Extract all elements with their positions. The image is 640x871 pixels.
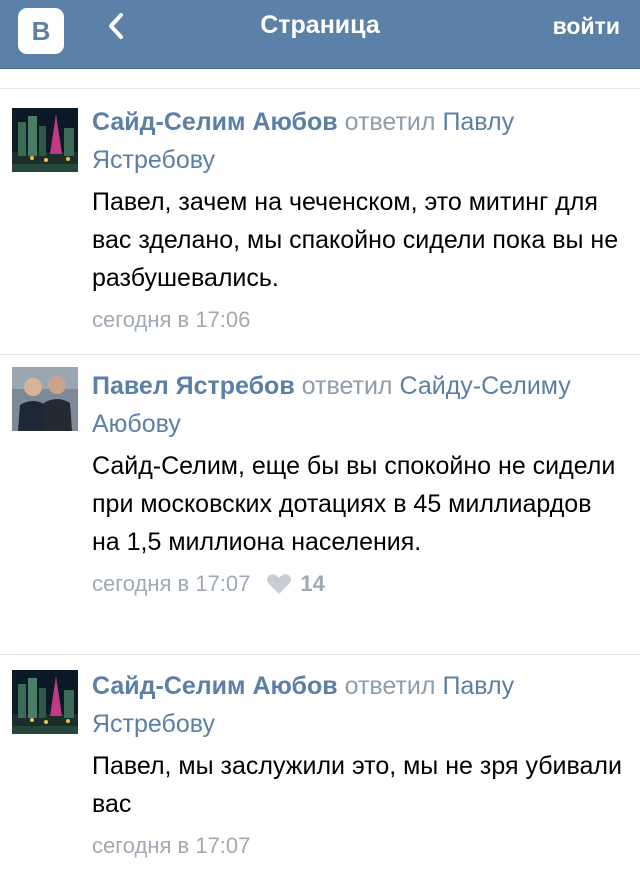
back-chevron-icon[interactable]	[100, 10, 132, 42]
comment-header: Сайд-Селим Аюбов ответил Павлу Ястребову	[92, 103, 622, 179]
comment-time[interactable]: сегодня в 17:07	[92, 569, 250, 599]
top-navigation-bar: B Страница войти	[0, 0, 640, 69]
author-link[interactable]: Сайд-Селим Аюбов	[92, 108, 338, 136]
login-button[interactable]: войти	[553, 12, 620, 40]
page-title: Страница	[260, 11, 380, 39]
comment-time[interactable]: сегодня в 17:06	[92, 305, 250, 335]
replied-word: ответил	[344, 108, 436, 136]
svg-text:B: B	[32, 16, 51, 46]
city-night-icon[interactable]	[12, 670, 78, 734]
comment-item: Сайд-Селим Аюбов ответил Павлу Ястребову…	[0, 655, 640, 871]
comment-text: Сайд-Селим, еще бы вы спокойно не сидели…	[92, 452, 616, 556]
vk-logo-icon[interactable]: B	[18, 8, 64, 54]
author-link[interactable]: Павел Ястребов	[92, 372, 295, 400]
comment-text: Павел, зачем на чеченском, это митинг дл…	[92, 188, 619, 292]
comment-header: Сайд-Селим Аюбов ответил Павлу Ястребову	[92, 667, 622, 743]
comment-item: Сайд-Селим Аюбов ответил Павлу Ястребову…	[0, 89, 640, 354]
comment-text: Павел, мы заслужили это, мы не зря убива…	[92, 752, 622, 818]
comment-header: Павел Ястребов ответил Сайду-Селиму Аюбо…	[92, 367, 622, 443]
two-men-photo-icon[interactable]	[12, 367, 78, 431]
city-night-icon[interactable]	[12, 108, 78, 172]
header-spacer	[0, 69, 640, 88]
vk-letter-mark: B	[32, 16, 51, 46]
like-button[interactable]: 14	[266, 569, 325, 599]
comment-item: Павел Ястребов ответил Сайду-Селиму Аюбо…	[0, 355, 640, 654]
heart-icon	[267, 574, 292, 594]
comment-time[interactable]: сегодня в 17:07	[92, 831, 250, 861]
replied-word: ответил	[301, 372, 393, 400]
author-link[interactable]: Сайд-Селим Аюбов	[92, 672, 338, 700]
like-count: 14	[300, 571, 325, 596]
replied-word: ответил	[344, 672, 436, 700]
